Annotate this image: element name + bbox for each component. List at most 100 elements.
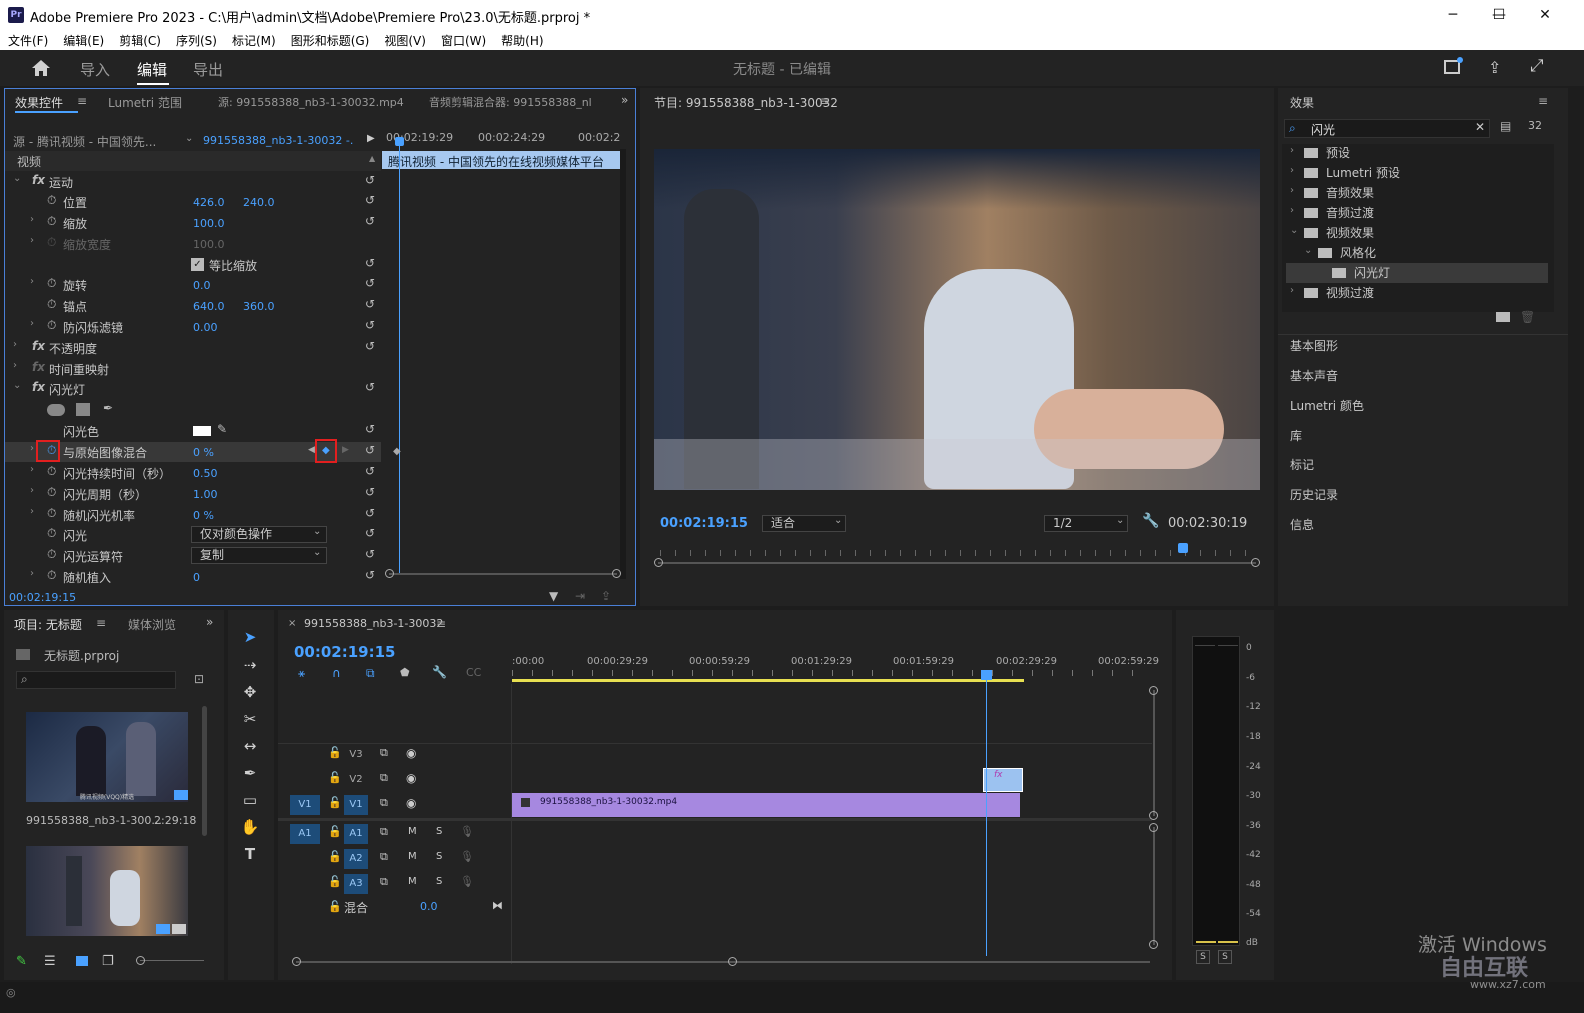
- stopwatch-icon[interactable]: ⏱: [47, 547, 56, 562]
- delete-icon[interactable]: 🗑: [1520, 310, 1535, 324]
- lock-icon[interactable]: 🔓: [328, 825, 342, 838]
- ec-playhead-handle[interactable]: [395, 137, 404, 146]
- project-search-input[interactable]: ⌕: [16, 671, 176, 689]
- keyframe-icon[interactable]: ◆: [393, 446, 401, 457]
- reset-icon[interactable]: ↺: [365, 318, 375, 332]
- reset-icon[interactable]: ↺: [365, 193, 375, 207]
- program-timecode[interactable]: 00:02:19:15: [660, 516, 748, 531]
- anchor-x[interactable]: 640.0: [193, 300, 225, 313]
- wrench-icon[interactable]: 🔧: [1142, 513, 1159, 529]
- expand-icon[interactable]: ›: [13, 339, 17, 350]
- stopwatch-icon[interactable]: ⏱: [47, 214, 56, 229]
- expand-icon[interactable]: ›: [30, 485, 34, 496]
- project-scrollbar[interactable]: [202, 706, 207, 836]
- tab-effect-controls[interactable]: 效果控件: [15, 94, 63, 111]
- eye-icon[interactable]: ◉: [406, 771, 416, 785]
- ripple-edit-tool-icon[interactable]: ✥: [240, 683, 260, 703]
- effects-tree-item[interactable]: ⌄ 视频效果: [1286, 223, 1548, 243]
- tab-media-browser[interactable]: 媒体浏览: [128, 616, 176, 633]
- ellipse-mask-icon[interactable]: [47, 404, 65, 416]
- effects-tree-item[interactable]: › 视频过渡: [1286, 283, 1548, 303]
- collapse-icon[interactable]: ▲: [369, 154, 375, 163]
- ec-time-ruler[interactable]: 00:02:19:29 00:02:24:29 00:02:2: [382, 129, 620, 145]
- reset-icon[interactable]: ↺: [365, 526, 375, 540]
- expand-icon[interactable]: ›: [30, 214, 34, 225]
- tab-import[interactable]: 导入: [80, 59, 110, 80]
- video-vscroll[interactable]: [1149, 686, 1158, 820]
- seed-value[interactable]: 0: [193, 571, 200, 584]
- sequence-thumbnail[interactable]: [26, 846, 188, 936]
- pen-tool-icon[interactable]: ✒: [240, 764, 260, 784]
- menu-help[interactable]: 帮助(H): [493, 30, 550, 49]
- tab-lumetri-scopes[interactable]: Lumetri 范围: [108, 94, 182, 111]
- add-keyframe-icon[interactable]: ◆: [322, 445, 330, 456]
- share-icon[interactable]: ⇪: [1488, 58, 1501, 77]
- tab-source[interactable]: 源: 991558388_nb3-1-30032.mp4: [218, 94, 404, 110]
- reset-icon[interactable]: ↺: [365, 276, 375, 290]
- rect-mask-icon[interactable]: [76, 403, 90, 416]
- position-x[interactable]: 426.0: [193, 196, 225, 209]
- expand-icon[interactable]: ›: [30, 506, 34, 517]
- panel-info[interactable]: 信息: [1290, 516, 1314, 533]
- solo-button[interactable]: S: [436, 876, 442, 887]
- razor-tool-icon[interactable]: ✂: [240, 710, 260, 730]
- reset-icon[interactable]: ↺: [365, 297, 375, 311]
- freeform-view-icon[interactable]: ❐: [102, 954, 114, 969]
- tab-audio-mixer[interactable]: 音频剪辑混合器: 991558388_nl: [429, 94, 599, 110]
- lock-icon[interactable]: 🔓: [328, 746, 342, 759]
- sync-lock-icon[interactable]: ⧉: [380, 796, 388, 810]
- eye-icon[interactable]: ◉: [406, 796, 416, 810]
- mic-icon[interactable]: 🎙: [460, 875, 474, 888]
- lock-icon[interactable]: 🔓: [328, 900, 342, 913]
- sync-lock-icon[interactable]: ⧉: [380, 746, 388, 760]
- stopwatch-icon[interactable]: ⏱: [47, 297, 56, 312]
- timeline-playhead-handle[interactable]: [981, 670, 992, 680]
- zoom-slider[interactable]: [136, 956, 204, 965]
- reset-icon[interactable]: ↺: [365, 214, 375, 228]
- lock-icon[interactable]: 🔓: [328, 850, 342, 863]
- expand-icon[interactable]: ⌄: [13, 173, 21, 184]
- solo-button[interactable]: S: [436, 826, 442, 837]
- audio-vscroll[interactable]: [1149, 823, 1158, 949]
- effects-tree-item[interactable]: ⌄ 风格化: [1286, 243, 1548, 263]
- program-ruler[interactable]: [660, 550, 1254, 562]
- mic-icon[interactable]: 🎙: [460, 850, 474, 863]
- export-icon[interactable]: ⇥: [575, 589, 585, 603]
- filter-icon[interactable]: ▼: [549, 589, 558, 603]
- video-frame[interactable]: [654, 149, 1260, 490]
- track-label[interactable]: V3: [344, 746, 368, 764]
- home-icon[interactable]: [31, 59, 51, 77]
- work-area-bar[interactable]: [512, 679, 1024, 682]
- expand-icon[interactable]: ›: [30, 568, 34, 579]
- timeline-hscroll[interactable]: [292, 957, 1150, 966]
- chevron-right-icon[interactable]: ›: [1290, 285, 1294, 296]
- stopwatch-icon[interactable]: ⏱: [47, 526, 56, 541]
- panel-essential-sound[interactable]: 基本声音: [1290, 367, 1338, 384]
- stopwatch-icon[interactable]: ⏱: [47, 193, 56, 208]
- antiflicker-value[interactable]: 0.00: [193, 321, 218, 334]
- mute-button[interactable]: M: [408, 876, 417, 887]
- tab-project[interactable]: 项目: 无标题: [14, 616, 82, 633]
- next-keyframe-icon[interactable]: ▶: [342, 445, 349, 455]
- flash-dropdown[interactable]: 仅对颜色操作: [191, 526, 327, 543]
- play-icon[interactable]: ▶: [367, 133, 375, 144]
- menu-view[interactable]: 视图(V): [376, 30, 433, 49]
- mix-go-icon[interactable]: ⧓: [492, 899, 503, 912]
- chevron-right-icon[interactable]: ›: [1290, 185, 1294, 196]
- tab-edit[interactable]: 编辑: [137, 59, 167, 80]
- panel-history[interactable]: 历史记录: [1290, 486, 1338, 503]
- sync-lock-icon[interactable]: ⧉: [380, 850, 388, 864]
- panel-lumetri-color[interactable]: Lumetri 颜色: [1290, 397, 1364, 414]
- type-tool-icon[interactable]: T: [240, 845, 260, 865]
- expand-icon[interactable]: ›: [30, 464, 34, 475]
- duration-value[interactable]: 0.50: [193, 467, 218, 480]
- settings-wrench-icon[interactable]: 🔧: [432, 665, 447, 679]
- clip-selector[interactable]: 991558388_nb3-1-30032 -...: [203, 134, 353, 147]
- expand-icon[interactable]: ⌄: [13, 380, 21, 391]
- more-tabs-icon[interactable]: »: [206, 615, 213, 629]
- menu-file[interactable]: 文件(F): [0, 30, 55, 49]
- source-selector[interactable]: 源 - 腾讯视频 - 中国领先...: [13, 133, 183, 150]
- source-patch-a1[interactable]: A1: [290, 824, 320, 844]
- menu-graphics[interactable]: 图形和标题(G): [283, 30, 377, 49]
- new-folder-icon[interactable]: [1496, 312, 1510, 322]
